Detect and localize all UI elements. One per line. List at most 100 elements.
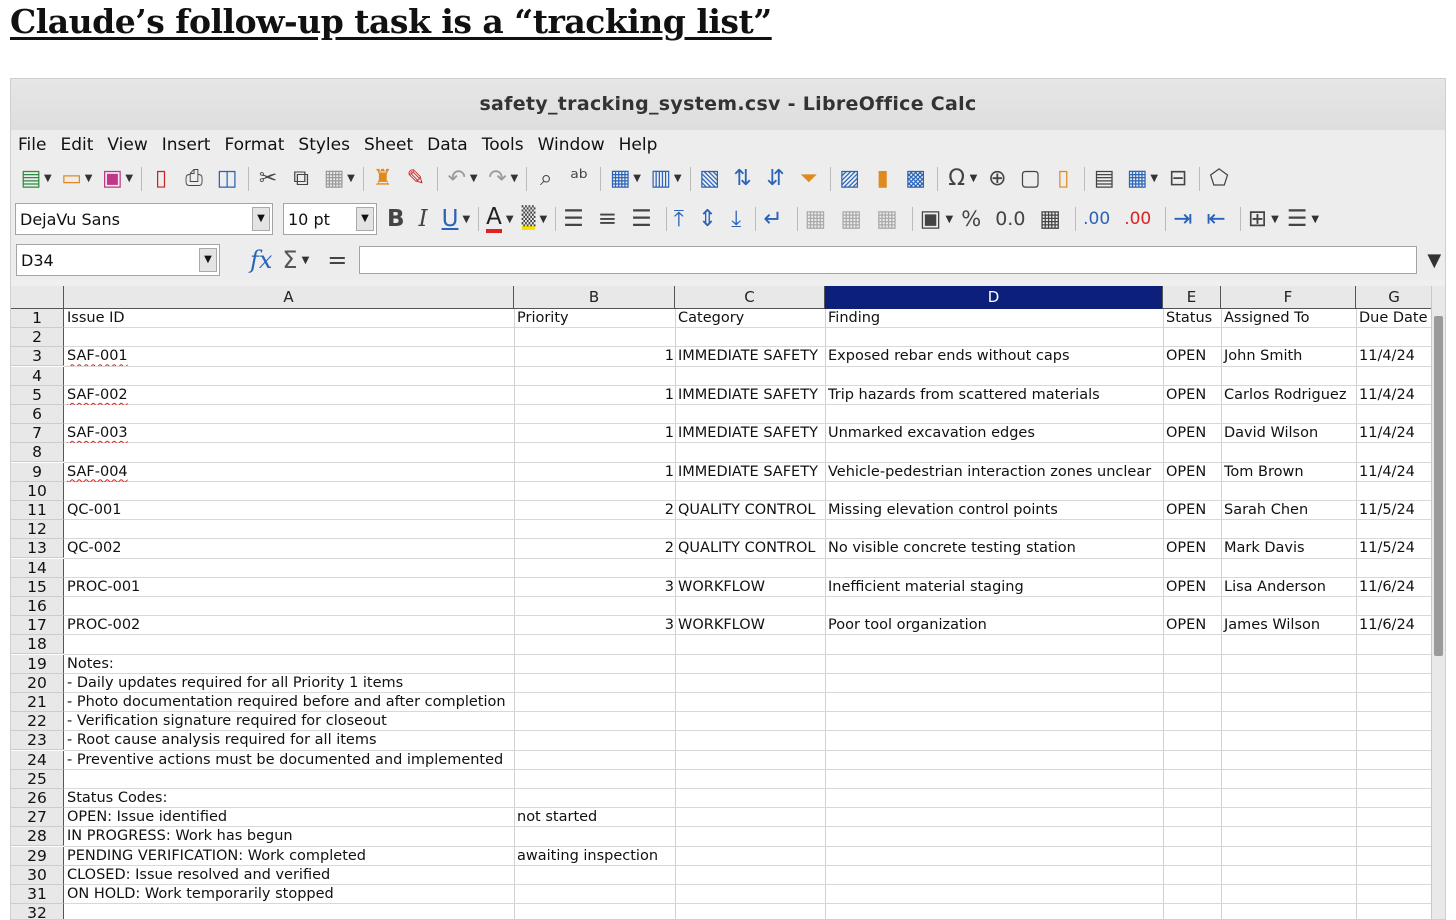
font-color-icon[interactable]: A <box>486 205 502 233</box>
row-header[interactable]: 17 <box>11 616 64 636</box>
row-header[interactable]: 11 <box>11 501 64 520</box>
row-header[interactable]: 6 <box>11 405 64 424</box>
wrap-text-icon[interactable]: ↵ <box>763 207 782 231</box>
cell-c3[interactable]: IMMEDIATE SAFETY <box>676 347 825 366</box>
cell-b29[interactable]: awaiting inspection <box>515 847 675 866</box>
align-top-icon[interactable]: ⤒ <box>674 207 684 231</box>
increase-indent-icon[interactable]: ⇥ <box>1173 207 1192 231</box>
cell-g9[interactable]: 11/4/24 <box>1357 463 1433 482</box>
cell-a29[interactable]: PENDING VERIFICATION: Work completed <box>65 847 514 866</box>
cell-g13[interactable]: 11/5/24 <box>1357 539 1433 558</box>
cell-a22[interactable]: - Verification signature required for cl… <box>65 712 514 731</box>
row-header[interactable]: 12 <box>11 520 64 540</box>
border-style-dropdown-icon[interactable]: ▼ <box>1311 214 1319 225</box>
font-name-dropdown-icon[interactable]: ▼ <box>252 207 270 231</box>
cell-a17[interactable]: PROC-002 <box>65 616 514 635</box>
cell-b9[interactable]: 1 <box>515 463 675 482</box>
cell-e11[interactable]: OPEN <box>1164 501 1221 520</box>
menu-sheet[interactable]: Sheet <box>364 135 413 155</box>
cell-e13[interactable]: OPEN <box>1164 539 1221 558</box>
print-preview-icon[interactable]: ◫ <box>215 167 239 190</box>
font-size-box[interactable]: 10 pt ▼ <box>283 203 377 235</box>
row-header[interactable]: 27 <box>11 808 64 828</box>
row-header[interactable]: 25 <box>11 769 64 789</box>
cell-g5[interactable]: 11/4/24 <box>1357 386 1433 405</box>
clone-formatting-icon[interactable]: ♜ <box>371 167 395 190</box>
bold-button[interactable]: B <box>387 207 405 231</box>
cell-d1[interactable]: Finding <box>826 309 1163 328</box>
name-box-dropdown-icon[interactable]: ▼ <box>199 248 217 272</box>
column-header-a[interactable]: A <box>64 286 514 309</box>
cell-c15[interactable]: WORKFLOW <box>676 578 825 597</box>
row-header[interactable]: 18 <box>11 635 64 655</box>
row-header[interactable]: 28 <box>11 827 64 847</box>
cell-f13[interactable]: Mark Davis <box>1222 539 1356 558</box>
column-header-d[interactable]: D <box>825 286 1163 309</box>
sort-icon[interactable]: ▧ <box>698 167 722 190</box>
sort-ascending-icon[interactable]: ⇅ <box>731 167 755 190</box>
highlight-color-icon[interactable]: ▒ <box>521 208 536 230</box>
menu-format[interactable]: Format <box>224 135 284 155</box>
cell-f15[interactable]: Lisa Anderson <box>1222 578 1356 597</box>
new-document-icon[interactable]: ▤ <box>19 167 43 190</box>
row-header[interactable]: 14 <box>11 558 64 578</box>
cell-d7[interactable]: Unmarked excavation edges <box>826 424 1163 443</box>
merge-cells-icon[interactable]: ▦ <box>840 207 862 231</box>
paste-icon[interactable]: ▦ <box>322 167 346 190</box>
cell-c1[interactable]: Category <box>676 309 825 328</box>
spelling-icon[interactable]: ᵃᵇ <box>567 167 591 190</box>
vertical-scrollbar-thumb[interactable] <box>1434 316 1443 656</box>
sum-button[interactable]: Σ <box>282 246 297 274</box>
cell-b7[interactable]: 1 <box>515 424 675 443</box>
cell-b27[interactable]: not started <box>515 808 675 827</box>
formula-input[interactable] <box>359 246 1418 274</box>
redo-icon[interactable]: ↷ <box>486 167 510 190</box>
cell-f7[interactable]: David Wilson <box>1222 424 1356 443</box>
special-character-dropdown-icon[interactable]: ▼ <box>970 173 978 184</box>
cell-b13[interactable]: 2 <box>515 539 675 558</box>
cell-f17[interactable]: James Wilson <box>1222 616 1356 635</box>
cell-g11[interactable]: 11/5/24 <box>1357 501 1433 520</box>
cell-c9[interactable]: IMMEDIATE SAFETY <box>676 463 825 482</box>
sort-descending-icon[interactable]: ⇵ <box>764 167 788 190</box>
cell-b11[interactable]: 2 <box>515 501 675 520</box>
cell-a3[interactable]: SAF-001 <box>65 347 514 366</box>
row-header[interactable]: 31 <box>11 885 64 904</box>
row-header[interactable]: 19 <box>11 654 64 674</box>
cell-e7[interactable]: OPEN <box>1164 424 1221 443</box>
row-header[interactable]: 20 <box>11 673 64 693</box>
menu-view[interactable]: View <box>107 135 147 155</box>
cell-d15[interactable]: Inefficient material staging <box>826 578 1163 597</box>
show-draw-functions-icon[interactable]: ⬠ <box>1207 167 1231 190</box>
column-dropdown-icon[interactable]: ▼ <box>674 173 682 184</box>
new-dropdown-icon[interactable]: ▼ <box>44 173 52 184</box>
cell-g17[interactable]: 11/6/24 <box>1357 616 1433 635</box>
highlight-dropdown-icon[interactable]: ▼ <box>539 214 547 225</box>
vertical-scrollbar[interactable] <box>1431 286 1445 919</box>
border-style-icon[interactable]: ☰ <box>1287 207 1308 231</box>
font-size-dropdown-icon[interactable]: ▼ <box>356 207 374 231</box>
name-box[interactable]: D34 ▼ <box>16 244 220 276</box>
cell-a7[interactable]: SAF-003 <box>65 424 514 443</box>
define-print-area-icon[interactable]: ▤ <box>1092 167 1116 190</box>
column-header-e[interactable]: E <box>1163 286 1221 309</box>
unmerge-cells-icon[interactable]: ▦ <box>876 207 898 231</box>
undo-dropdown-icon[interactable]: ▼ <box>470 173 478 184</box>
menu-window[interactable]: Window <box>538 135 605 155</box>
special-character-icon[interactable]: Ω <box>945 167 969 190</box>
cell-a28[interactable]: IN PROGRESS: Work has begun <box>65 827 514 846</box>
function-wizard-button[interactable]: fx <box>250 246 272 274</box>
save-dropdown-icon[interactable]: ▼ <box>125 173 133 184</box>
cell-a24[interactable]: - Preventive actions must be documented … <box>65 751 514 770</box>
find-replace-icon[interactable]: ⌕ <box>534 167 558 190</box>
open-dropdown-icon[interactable]: ▼ <box>85 173 93 184</box>
row-header[interactable]: 21 <box>11 693 64 712</box>
cell-a11[interactable]: QC-001 <box>65 501 514 520</box>
align-left-icon[interactable]: ☰ <box>563 207 584 231</box>
cell-b17[interactable]: 3 <box>515 616 675 635</box>
insert-image-icon[interactable]: ▨ <box>838 167 862 190</box>
cell-a20[interactable]: - Daily updates required for all Priorit… <box>65 674 514 693</box>
pivot-table-icon[interactable]: ▩ <box>904 167 928 190</box>
row-header[interactable]: 16 <box>11 597 64 616</box>
sum-dropdown-icon[interactable]: ▼ <box>302 255 310 266</box>
